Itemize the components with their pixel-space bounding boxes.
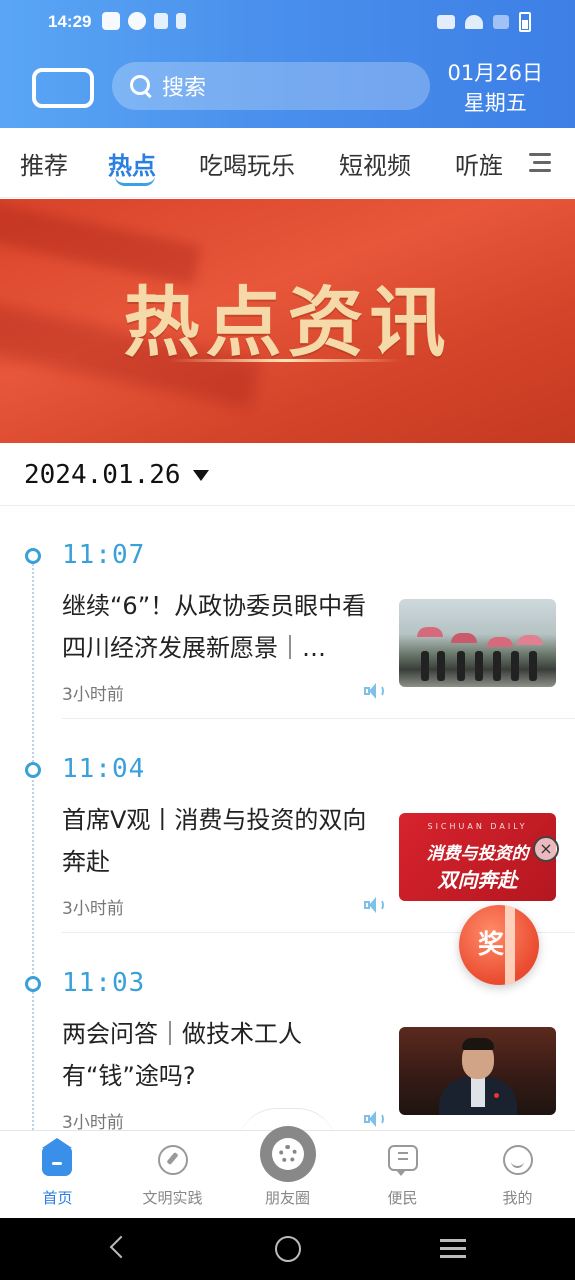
banner-decor-line [170,359,400,362]
news-thumbnail[interactable] [399,1027,556,1115]
search-placeholder: 搜索 [162,76,207,101]
signal-icon [493,15,509,29]
shield-notification-icon [154,13,168,29]
category-tabs: 推荐 热点 吃喝玩乐 短视频 听旌 [0,128,575,198]
timeline-dot [25,976,41,992]
wifi-icon [465,15,483,29]
tab-recommend[interactable]: 推荐 [20,146,68,181]
divider [62,718,575,719]
timeline-dot [25,762,41,778]
smile-icon [503,1145,533,1175]
nav-civilization-practice[interactable]: 文明实践 [115,1130,230,1218]
reward-gift-button[interactable]: 奖 [459,905,539,985]
system-nav-bar [0,1218,575,1280]
status-bar: 14:29 [0,0,575,46]
timeline-line [32,560,34,1130]
nav-label: 我的 [502,1189,533,1207]
news-thumbnail[interactable]: SICHUAN DAILY 消费与投资的 双向奔赴 [399,813,556,901]
news-title[interactable]: 继续“6”！从政协委员眼中看四川经济发展新愿景｜… [62,585,384,669]
nav-services[interactable]: 便民 [345,1130,460,1218]
header-date: 01月26日 星期五 [448,58,543,118]
nav-moments[interactable]: 朋友圈 [230,1126,345,1218]
app-header: 14:29 搜索 01月26日 星期五 [0,0,575,128]
mail-notification-icon [102,12,120,30]
location-notification-icon [176,13,186,29]
reward-label: 奖 [477,930,504,960]
check-notification-icon [128,12,146,30]
header-date-weekday: 星期五 [463,91,527,115]
news-time: 11:07 [62,540,146,570]
tab-short-video[interactable]: 短视频 [339,146,411,181]
caret-down-icon [192,469,209,481]
nav-label: 首页 [42,1189,73,1207]
battery-icon [519,12,531,32]
speaker-icon[interactable] [364,896,384,914]
nav-profile[interactable]: 我的 [460,1130,575,1218]
thumb-caption: 双向奔赴 [437,867,518,892]
tab-listen[interactable]: 听旌 [455,146,503,181]
timeline-dot [25,548,41,564]
divider [0,505,575,506]
date-selector-value: 2024.01.26 [24,460,181,490]
thumb-caption: 消费与投资的 [426,843,529,864]
camera-icon [260,1126,316,1182]
news-time: 11:03 [62,968,146,998]
nav-label: 文明实践 [142,1189,203,1207]
news-meta: 3小时前 [62,685,124,705]
news-title[interactable]: 两会问答｜做技术工人有“钱”途吗? [62,1013,352,1097]
recent-apps-icon[interactable] [440,1239,466,1259]
compass-icon [158,1145,188,1175]
tv-icon[interactable] [32,68,94,108]
news-thumbnail[interactable] [399,599,556,687]
news-meta: 3小时前 [62,899,124,919]
hot-news-banner[interactable]: 热点资讯 [0,199,575,443]
active-tab-indicator [115,176,155,186]
banner-title: 热点资讯 [123,278,452,367]
close-icon[interactable]: × [533,836,559,862]
status-time: 14:29 [48,12,92,31]
nav-home[interactable]: 首页 [0,1130,115,1218]
chat-icon [388,1145,418,1171]
nav-label: 便民 [387,1189,418,1207]
header-date-day: 01月26日 [447,61,543,85]
home-circle-icon[interactable] [275,1236,301,1262]
status-notification-icons [102,12,186,30]
vibrate-icon [437,15,455,29]
news-time: 11:04 [62,754,146,784]
back-icon[interactable] [109,1235,133,1259]
tabs-menu-icon[interactable] [529,153,551,173]
date-selector[interactable]: 2024.01.26 [24,460,209,490]
status-system-icons [437,12,531,32]
speaker-icon[interactable] [364,682,384,700]
thumb-caption: SICHUAN DAILY [427,821,528,831]
tab-food-fun[interactable]: 吃喝玩乐 [199,146,295,181]
home-icon [42,1138,72,1176]
news-title[interactable]: 首席V观丨消费与投资的双向奔赴 [62,799,384,883]
search-icon [130,75,152,97]
speaker-icon[interactable] [364,1110,384,1128]
search-input[interactable]: 搜索 [112,62,430,110]
nav-label: 朋友圈 [264,1189,310,1207]
